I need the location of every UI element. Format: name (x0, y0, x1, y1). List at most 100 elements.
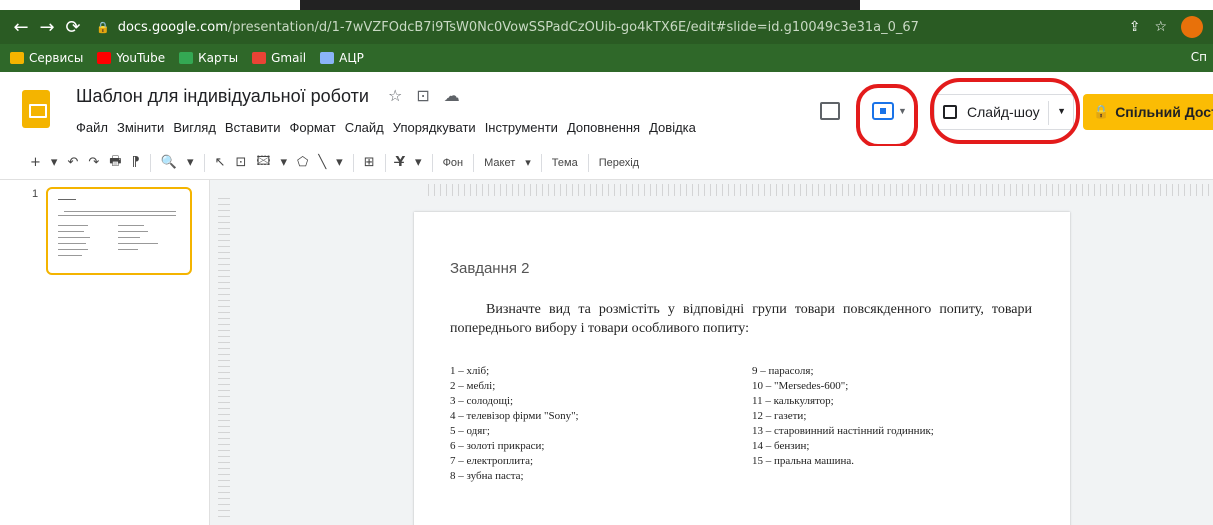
url-host: docs.google.com (117, 19, 228, 35)
select-cursor-icon[interactable]: ↖ (215, 155, 226, 170)
undo-icon[interactable]: ↶ (67, 155, 78, 170)
line-icon[interactable]: ╲ (318, 155, 326, 170)
chevron-down-icon: ▾ (525, 157, 531, 169)
slides-header: Шаблон для індивідуальної роботи ☆ ⊡ ☁ Ф… (0, 72, 1213, 146)
horizontal-ruler[interactable] (428, 184, 1213, 196)
list-item: 14 – бензин; (752, 440, 810, 452)
chevron-down-icon[interactable]: ▾ (336, 155, 343, 170)
menu-insert[interactable]: Вставити (225, 120, 281, 135)
menu-view[interactable]: Вигляд (173, 120, 216, 135)
bookmark-maps[interactable]: Карты (179, 51, 238, 65)
comment-history-icon[interactable] (820, 102, 840, 120)
gmail-icon (252, 52, 267, 64)
slide-heading[interactable]: Завдання 2 (450, 260, 530, 277)
menu-file[interactable]: Файл (76, 120, 108, 135)
title-actions: ☆ ⊡ ☁ (388, 86, 460, 105)
redo-icon[interactable]: ↷ (88, 155, 99, 170)
apps-icon (10, 52, 24, 64)
share-label: Спільний Досту (1115, 104, 1213, 120)
screenshot-root: ← → ⟳ 🔒 docs.google.com /presentation/d/… (0, 0, 1213, 525)
url-field[interactable]: 🔒 docs.google.com /presentation/d/1-7wVZ… (96, 20, 919, 35)
bookmark-gmail[interactable]: Gmail (252, 51, 306, 65)
theme-button[interactable]: Тема (552, 157, 578, 169)
list-item: 11 – калькулятор; (752, 395, 834, 407)
menu-edit[interactable]: Змінити (117, 120, 164, 135)
background-button[interactable]: Фон (443, 157, 464, 169)
menu-bar: Файл Змінити Вигляд Вставити Формат Слай… (76, 120, 696, 135)
slide-number: 1 (32, 188, 39, 200)
list-item: 13 – старовинний настінний годинник; (752, 425, 934, 437)
slideshow-label: Слайд-шоу (967, 104, 1040, 120)
chevron-down-icon[interactable]: ▾ (187, 155, 194, 170)
list-item: 1 – хліб; (450, 365, 490, 377)
cloud-status-icon[interactable]: ☁ (444, 86, 460, 105)
paint-format-icon[interactable]: ⁋ (132, 155, 140, 170)
share-button[interactable]: 🔒 Спільний Досту (1083, 94, 1213, 130)
input-tools-icon[interactable]: Y̶ (396, 155, 405, 170)
items-list-right[interactable]: 9 – парасоля; 10 – "Mersedes-600"; 11 – … (752, 364, 934, 469)
menu-tools[interactable]: Інструменти (485, 120, 558, 135)
chevron-down-icon: ▼ (898, 106, 907, 116)
list-item: 6 – золоті прикраси; (450, 440, 545, 452)
bookmarks-bar: Сервисы YouTube Карты Gmail АЦР Сп (0, 44, 1213, 72)
move-folder-icon[interactable]: ⊡ (416, 86, 429, 105)
document-title[interactable]: Шаблон для індивідуальної роботи (76, 86, 369, 107)
present-options-button[interactable]: ▼ (872, 102, 907, 120)
zoom-icon[interactable]: 🔍 (161, 155, 177, 170)
lock-icon: 🔒 (96, 20, 110, 34)
menu-format[interactable]: Формат (290, 120, 336, 135)
slide-editor: Завдання 2 Визначте вид та розмістіть у … (210, 180, 1213, 525)
menu-arrange[interactable]: Упорядкувати (393, 120, 476, 135)
slideshow-dropdown-icon[interactable]: ▼ (1057, 106, 1066, 116)
slide-body-text[interactable]: Визначте вид та розмістіть у відповідні … (450, 300, 1032, 338)
new-slide-icon[interactable]: + (30, 155, 41, 170)
slides-logo-icon[interactable] (22, 90, 50, 128)
reload-icon[interactable]: ⟳ (60, 17, 86, 38)
present-icon (943, 105, 957, 119)
bookmark-apps[interactable]: Сервисы (10, 51, 83, 65)
url-path: /presentation/d/1-7wVZFOdcB7i9TsW0Nc0Vow… (227, 19, 919, 35)
print-icon[interactable]: 🖶 (109, 152, 121, 174)
image-icon[interactable]: 🖾 (256, 152, 270, 174)
star-icon[interactable]: ☆ (388, 86, 402, 105)
maps-icon (179, 52, 194, 64)
list-item: 5 – одяг; (450, 425, 490, 437)
list-item: 9 – парасоля; (752, 365, 814, 377)
lock-icon: 🔒 (1093, 104, 1110, 120)
bookmark-youtube[interactable]: YouTube (97, 51, 165, 65)
list-item: 3 – солодощі; (450, 395, 514, 407)
slide-canvas[interactable]: Завдання 2 Визначте вид та розмістіть у … (414, 212, 1070, 525)
add-comment-icon[interactable]: ⊞ (364, 155, 375, 170)
profile-avatar[interactable] (1181, 16, 1203, 38)
menu-slide[interactable]: Слайд (345, 120, 384, 135)
slideshow-button[interactable]: Слайд-шоу ▼ (934, 94, 1074, 130)
forward-icon[interactable]: → (34, 17, 60, 38)
meet-present-icon (872, 102, 894, 120)
menu-addons[interactable]: Доповнення (567, 120, 640, 135)
chevron-down-icon[interactable]: ▾ (415, 155, 422, 170)
list-item: 4 – телевізор фірми "Sony"; (450, 410, 579, 422)
bookmark-star-icon[interactable]: ☆ (1154, 19, 1167, 35)
bookmark-site[interactable]: АЦР (320, 51, 364, 65)
list-item: 2 – меблі; (450, 380, 496, 392)
list-item: 15 – пральна машина. (752, 455, 855, 467)
transition-button[interactable]: Перехід (599, 157, 639, 169)
shape-icon[interactable]: ⬠ (297, 155, 308, 170)
back-icon[interactable]: ← (8, 17, 34, 38)
text-box-icon[interactable]: ⊡ (235, 155, 246, 170)
top-strip (0, 0, 1213, 10)
items-list-left[interactable]: 1 – хліб; 2 – меблі; 3 – солодощі; 4 – т… (450, 364, 579, 484)
browser-address-bar: ← → ⟳ 🔒 docs.google.com /presentation/d/… (0, 10, 1213, 44)
list-item: 12 – газети; (752, 410, 807, 422)
vertical-ruler[interactable] (218, 198, 230, 518)
other-bookmarks[interactable]: Сп (1191, 50, 1207, 64)
site-icon (320, 52, 335, 64)
address-bar-actions: ⇪ ☆ (1129, 16, 1203, 38)
slide-thumbnail[interactable] (46, 187, 192, 275)
menu-help[interactable]: Довідка (649, 120, 696, 135)
share-page-icon[interactable]: ⇪ (1129, 19, 1141, 35)
layout-button[interactable]: Макет (484, 157, 515, 169)
list-item: 10 – "Mersedes-600"; (752, 380, 849, 392)
chevron-down-icon[interactable]: ▾ (281, 155, 288, 170)
chevron-down-icon[interactable]: ▾ (51, 155, 58, 170)
